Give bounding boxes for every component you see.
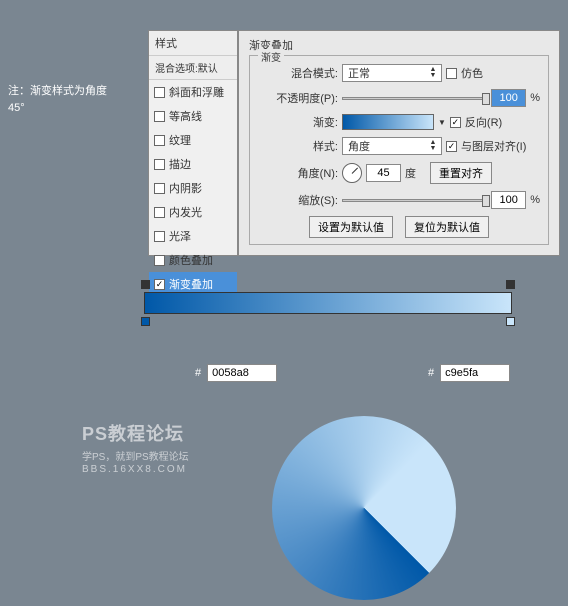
checkbox-icon[interactable] bbox=[154, 159, 165, 170]
watermark-url: BBS.16XX8.COM bbox=[82, 464, 189, 475]
style-item-stroke[interactable]: 描边 bbox=[149, 152, 237, 176]
gradient-bar[interactable] bbox=[144, 292, 512, 314]
watermark: PS教程论坛 学PS，就到PS教程论坛 BBS.16XX8.COM bbox=[82, 420, 189, 475]
color1-field: # bbox=[195, 364, 277, 382]
style-item-texture[interactable]: 纹理 bbox=[149, 128, 237, 152]
align-label: 与图层对齐(I) bbox=[461, 138, 526, 154]
note-line2: 45° bbox=[8, 100, 107, 117]
checkbox-icon[interactable] bbox=[154, 135, 165, 146]
sidebar-subheader[interactable]: 混合选项:默认 bbox=[149, 56, 237, 80]
style-item-contour[interactable]: 等高线 bbox=[149, 104, 237, 128]
degree-label: 度 bbox=[405, 165, 416, 181]
angle-label: 角度(N): bbox=[258, 165, 338, 181]
opacity-label: 不透明度(P): bbox=[258, 90, 338, 106]
set-default-button[interactable]: 设置为默认值 bbox=[309, 216, 393, 238]
angle-gradient-preview bbox=[272, 416, 456, 600]
checkbox-icon[interactable] bbox=[154, 207, 165, 218]
reverse-checkbox[interactable] bbox=[450, 117, 461, 128]
style-label: 纹理 bbox=[169, 132, 191, 148]
style-label: 样式: bbox=[258, 138, 338, 154]
watermark-title: PS教程论坛 bbox=[82, 420, 189, 446]
checkbox-icon[interactable] bbox=[154, 111, 165, 122]
color-stops-row bbox=[138, 316, 518, 326]
style-list-sidebar: 样式 混合选项:默认 斜面和浮雕 等高线 纹理 描边 内阴影 内发光 光泽 颜色… bbox=[149, 31, 239, 255]
opacity-stop-left[interactable] bbox=[141, 280, 150, 289]
scale-slider[interactable] bbox=[342, 199, 487, 202]
color2-field: # bbox=[428, 364, 510, 382]
percent-label: % bbox=[530, 194, 540, 206]
slider-thumb[interactable] bbox=[482, 93, 490, 105]
style-label: 光泽 bbox=[169, 228, 191, 244]
checkbox-icon[interactable] bbox=[154, 183, 165, 194]
hash-label: # bbox=[195, 367, 201, 379]
checkbox-icon[interactable] bbox=[154, 255, 165, 266]
gradient-editor bbox=[138, 280, 518, 326]
style-label: 描边 bbox=[169, 156, 191, 172]
color1-input[interactable] bbox=[207, 364, 277, 382]
style-item-inner-shadow[interactable]: 内阴影 bbox=[149, 176, 237, 200]
style-label: 等高线 bbox=[169, 108, 202, 124]
checkbox-icon[interactable] bbox=[154, 231, 165, 242]
note-line1: 注：渐变样式为角度 bbox=[8, 83, 107, 100]
opacity-stops-row bbox=[138, 280, 518, 290]
style-label: 内阴影 bbox=[169, 180, 202, 196]
blend-mode-label: 混合模式: bbox=[258, 65, 338, 81]
scale-label: 缩放(S): bbox=[258, 192, 338, 208]
percent-label: % bbox=[530, 92, 540, 104]
select-value: 正常 bbox=[348, 65, 427, 81]
gradient-overlay-panel: 渐变叠加 渐变 混合模式: 正常 ▲▼ 仿色 不透明度(P): % 渐变: bbox=[239, 31, 559, 255]
sidebar-header[interactable]: 样式 bbox=[149, 31, 237, 56]
style-item-color-overlay[interactable]: 颜色叠加 bbox=[149, 248, 237, 272]
style-item-satin[interactable]: 光泽 bbox=[149, 224, 237, 248]
reverse-label: 反向(R) bbox=[465, 114, 502, 130]
scale-input[interactable] bbox=[491, 191, 526, 209]
align-checkbox[interactable] bbox=[446, 141, 457, 152]
style-label: 斜面和浮雕 bbox=[169, 84, 224, 100]
style-item-bevel[interactable]: 斜面和浮雕 bbox=[149, 80, 237, 104]
gradient-preview[interactable] bbox=[342, 114, 434, 130]
fieldset-label: 渐变 bbox=[258, 49, 284, 64]
reset-align-button[interactable]: 重置对齐 bbox=[430, 162, 492, 184]
chevron-updown-icon: ▲▼ bbox=[427, 67, 439, 79]
reset-default-button[interactable]: 复位为默认值 bbox=[405, 216, 489, 238]
color-stop-right[interactable] bbox=[506, 317, 515, 326]
color2-input[interactable] bbox=[440, 364, 510, 382]
blend-mode-select[interactable]: 正常 ▲▼ bbox=[342, 64, 442, 82]
style-label: 内发光 bbox=[169, 204, 202, 220]
slider-thumb[interactable] bbox=[482, 195, 490, 207]
chevron-updown-icon: ▲▼ bbox=[427, 140, 439, 152]
dither-label: 仿色 bbox=[461, 65, 483, 81]
checkbox-icon[interactable] bbox=[154, 87, 165, 98]
gradient-fieldset: 渐变 混合模式: 正常 ▲▼ 仿色 不透明度(P): % 渐变: ▼ bbox=[249, 55, 549, 245]
style-label: 颜色叠加 bbox=[169, 252, 213, 268]
select-value: 角度 bbox=[348, 138, 427, 154]
style-item-inner-glow[interactable]: 内发光 bbox=[149, 200, 237, 224]
dither-checkbox[interactable] bbox=[446, 68, 457, 79]
layer-style-dialog: 样式 混合选项:默认 斜面和浮雕 等高线 纹理 描边 内阴影 内发光 光泽 颜色… bbox=[148, 30, 560, 256]
annotation-note: 注：渐变样式为角度 45° bbox=[8, 83, 107, 116]
opacity-stop-right[interactable] bbox=[506, 280, 515, 289]
chevron-down-icon[interactable]: ▼ bbox=[438, 118, 446, 127]
opacity-input[interactable] bbox=[491, 89, 526, 107]
style-select[interactable]: 角度 ▲▼ bbox=[342, 137, 442, 155]
color-stop-left[interactable] bbox=[141, 317, 150, 326]
panel-title: 渐变叠加 bbox=[249, 37, 549, 53]
opacity-slider[interactable] bbox=[342, 97, 487, 100]
angle-dial[interactable] bbox=[342, 163, 362, 183]
angle-input[interactable] bbox=[366, 164, 401, 182]
gradient-label: 渐变: bbox=[258, 114, 338, 130]
hash-label: # bbox=[428, 367, 434, 379]
watermark-sub: 学PS，就到PS教程论坛 bbox=[82, 448, 189, 463]
